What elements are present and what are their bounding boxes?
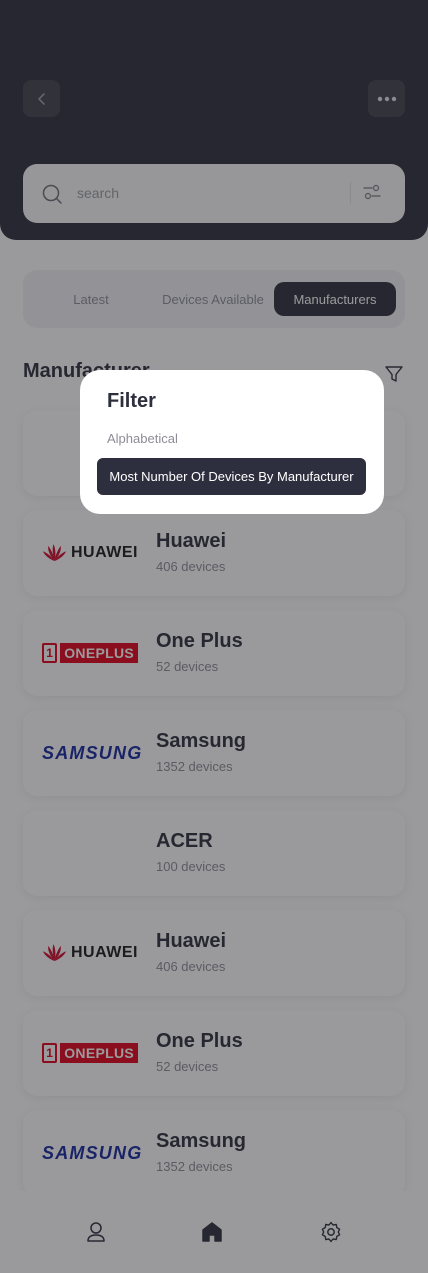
filter-popup: Filter Alphabetical Most Number Of Devic… bbox=[80, 370, 384, 514]
modal-overlay[interactable] bbox=[0, 0, 428, 1273]
filter-popup-title: Filter bbox=[107, 390, 156, 412]
filter-option-alphabetical[interactable]: Alphabetical bbox=[107, 431, 178, 446]
filter-option-most-devices[interactable]: Most Number Of Devices By Manufacturer bbox=[97, 458, 366, 495]
